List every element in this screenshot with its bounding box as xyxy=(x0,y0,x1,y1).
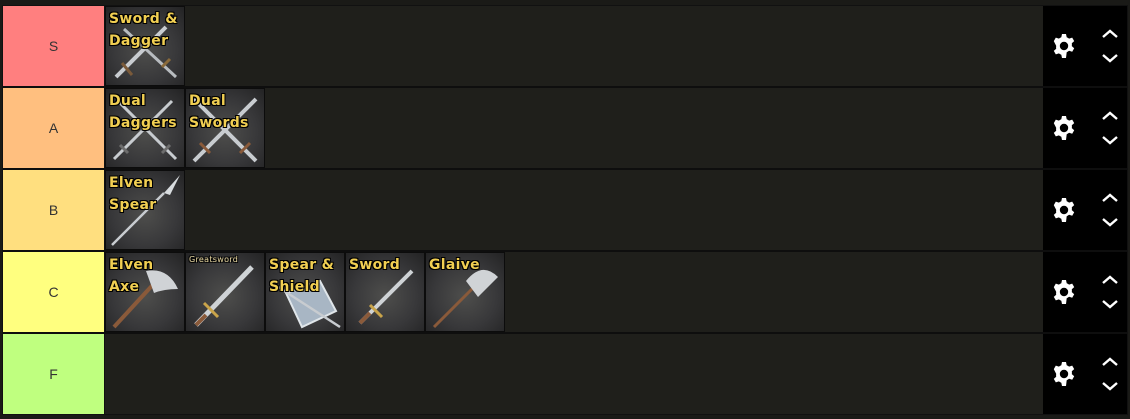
tier-label-a[interactable]: A xyxy=(3,88,105,168)
tier-items-f[interactable] xyxy=(105,334,1043,414)
move-arrows xyxy=(1101,111,1119,145)
tier-items-a[interactable]: Dual Daggers Dual Swords xyxy=(105,88,1043,168)
chevron-up-icon[interactable] xyxy=(1101,29,1119,39)
tier-item[interactable]: Sword xyxy=(345,252,425,332)
chevron-up-icon[interactable] xyxy=(1101,193,1119,203)
item-name: Dual Swords xyxy=(189,93,249,131)
tier-label-text: C xyxy=(48,284,59,300)
item-name: Sword xyxy=(349,257,401,273)
item-name: Spear & Shield xyxy=(269,257,335,295)
tier-label-text: F xyxy=(49,366,58,382)
tier-controls-s xyxy=(1043,6,1127,86)
tier-label-c[interactable]: C xyxy=(3,252,105,332)
chevron-up-icon[interactable] xyxy=(1101,357,1119,367)
move-arrows xyxy=(1101,275,1119,309)
tier-label-f[interactable]: F xyxy=(3,334,105,414)
tier-label-text: A xyxy=(48,120,59,136)
tier-item[interactable]: Glaive xyxy=(425,252,505,332)
gear-icon[interactable] xyxy=(1051,115,1077,141)
move-arrows xyxy=(1101,357,1119,391)
tier-label-b[interactable]: B xyxy=(3,170,105,250)
move-arrows xyxy=(1101,193,1119,227)
gear-icon[interactable] xyxy=(1051,279,1077,305)
chevron-down-icon[interactable] xyxy=(1101,381,1119,391)
chevron-down-icon[interactable] xyxy=(1101,135,1119,145)
item-name: Greatsword xyxy=(189,255,239,264)
tier-label-s[interactable]: S xyxy=(3,6,105,86)
tier-row-s: S Sword & Dagger xyxy=(3,6,1127,88)
gear-icon[interactable] xyxy=(1051,197,1077,223)
tier-item[interactable]: Dual Daggers xyxy=(105,88,185,168)
tier-row-a: A Dual Daggers Dual Swords xyxy=(3,88,1127,170)
tier-item[interactable]: Sword & Dagger xyxy=(105,6,185,86)
tier-item[interactable]: Elven Axe xyxy=(105,252,185,332)
chevron-down-icon[interactable] xyxy=(1101,53,1119,63)
tier-controls-a xyxy=(1043,88,1127,168)
gear-icon[interactable] xyxy=(1051,33,1077,59)
tier-row-b: B Elven Spear xyxy=(3,170,1127,252)
tier-items-s[interactable]: Sword & Dagger xyxy=(105,6,1043,86)
tier-list: S Sword & Dagger A Dual Daggers Dual Swo… xyxy=(2,5,1128,415)
chevron-down-icon[interactable] xyxy=(1101,217,1119,227)
item-name: Glaive xyxy=(429,257,480,273)
tier-label-text: B xyxy=(48,202,59,218)
tier-row-f: F xyxy=(3,334,1127,414)
tier-row-c: C Elven Axe Greatsword Spear & Shield Sw… xyxy=(3,252,1127,334)
tier-controls-b xyxy=(1043,170,1127,250)
gear-icon[interactable] xyxy=(1051,361,1077,387)
tier-item[interactable]: Dual Swords xyxy=(185,88,265,168)
tier-label-text: S xyxy=(48,38,59,54)
chevron-up-icon[interactable] xyxy=(1101,111,1119,121)
tier-controls-f xyxy=(1043,334,1127,414)
move-arrows xyxy=(1101,29,1119,63)
tier-item[interactable]: Elven Spear xyxy=(105,170,185,250)
tier-items-b[interactable]: Elven Spear xyxy=(105,170,1043,250)
item-name: Sword & Dagger xyxy=(109,11,178,49)
tier-items-c[interactable]: Elven Axe Greatsword Spear & Shield Swor… xyxy=(105,252,1043,332)
item-name: Dual Daggers xyxy=(109,93,177,131)
tier-item[interactable]: Spear & Shield xyxy=(265,252,345,332)
item-name: Elven Spear xyxy=(109,175,157,213)
tier-controls-c xyxy=(1043,252,1127,332)
tier-item[interactable]: Greatsword xyxy=(185,252,265,332)
item-name: Elven Axe xyxy=(109,257,154,295)
chevron-down-icon[interactable] xyxy=(1101,299,1119,309)
chevron-up-icon[interactable] xyxy=(1101,275,1119,285)
